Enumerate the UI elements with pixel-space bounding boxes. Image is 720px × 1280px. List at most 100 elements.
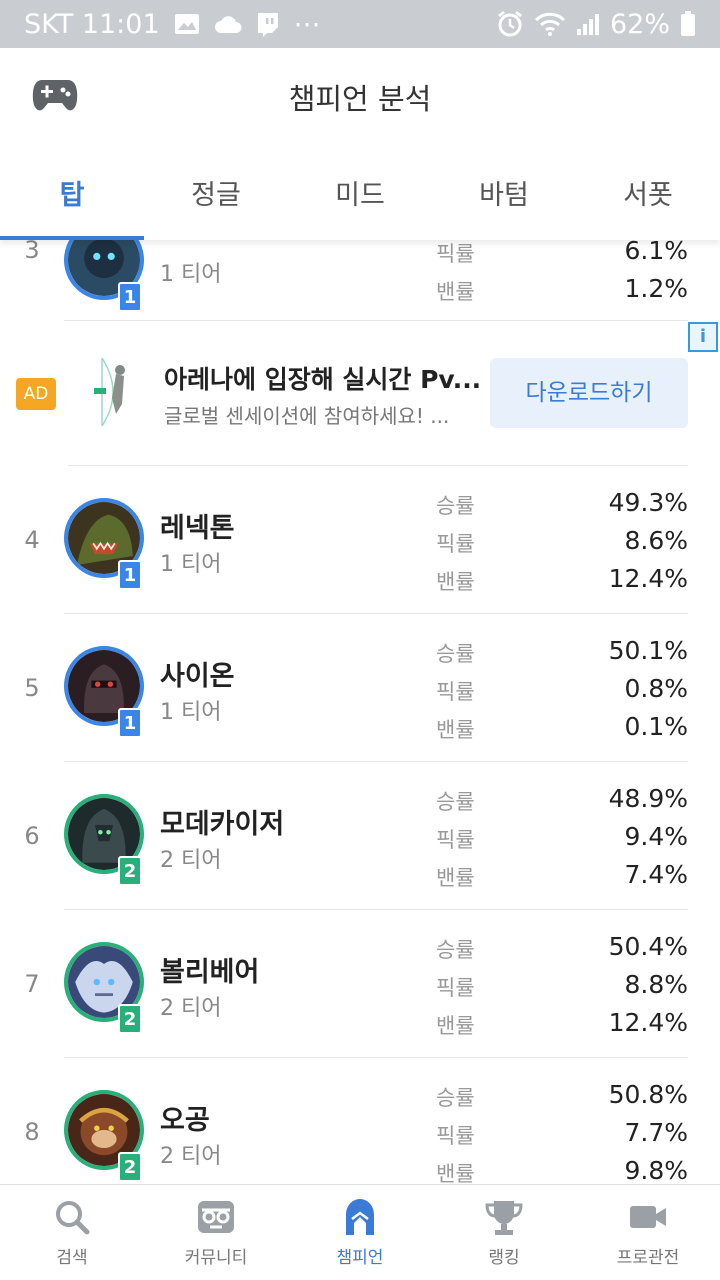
nav-pro-viewing[interactable]: 프로관전 xyxy=(576,1185,720,1280)
download-button[interactable]: 다운로드하기 xyxy=(490,358,688,428)
ban-rate-label: 밴률 xyxy=(436,718,475,742)
win-rate-label: 승률 xyxy=(436,938,475,962)
ban-rate-label: 밴률 xyxy=(436,1162,475,1184)
carrier-time: SKT 11:01 xyxy=(24,8,160,40)
twitch-icon xyxy=(257,13,278,37)
ad-description: 글로벌 센세이션에 참여하세요! ... xyxy=(164,404,450,428)
champion-name: 볼리베어 xyxy=(160,957,260,988)
app-header: 챔피언 분석 xyxy=(0,48,720,144)
rank-number: 4 xyxy=(24,526,40,554)
win-rate-value: 50.1% xyxy=(608,636,688,665)
nav-label: 커뮤니티 xyxy=(184,1248,248,1268)
nav-label: 챔피언 xyxy=(336,1248,384,1268)
ban-rate-value: 9.8% xyxy=(624,1156,688,1184)
champion-row[interactable]: 4 1 레넥톤 1 티어 승률 49.3% 픽률 8.6% 밴률 12.4% xyxy=(0,466,720,614)
tab-bottom[interactable]: 바텀 xyxy=(432,144,576,240)
tier-badge: 1 xyxy=(118,560,142,590)
champion-helmet-icon xyxy=(346,1199,374,1235)
ban-rate-value: 0.1% xyxy=(624,712,688,741)
nav-label: 검색 xyxy=(56,1248,88,1268)
win-rate-label: 승률 xyxy=(436,642,475,666)
pick-rate-label: 픽률 xyxy=(436,680,475,704)
win-rate-value: 50.4% xyxy=(608,932,688,961)
win-rate-label: 승률 xyxy=(436,494,475,518)
video-camera-icon xyxy=(630,1206,666,1228)
champion-row[interactable]: 6 2 모데카이저 2 티어 승률 48.9% 픽률 9.4% 밴률 7.4% xyxy=(0,762,720,910)
community-icon xyxy=(198,1201,234,1233)
rank-number: 3 xyxy=(24,240,40,264)
ad-title: 아레나에 입장해 실시간 Pv... xyxy=(164,365,482,394)
ad-banner[interactable]: i AD 아레나에 입장해 실시간 Pv... 글로벌 센세이션에 참여하세요!… xyxy=(0,320,720,466)
rank-number: 7 xyxy=(24,970,40,998)
pick-rate-label: 픽률 xyxy=(436,828,475,852)
champion-tier: 2 티어 xyxy=(160,996,222,1021)
champion-list: 3 1 1 티어 픽률 6.1% 밴률 1.2% i AD 아레나에 입장해 실… xyxy=(0,240,720,1184)
tier-badge: 2 xyxy=(118,1004,142,1034)
pick-rate-value: 8.6% xyxy=(624,526,688,555)
tier-badge: 2 xyxy=(118,856,142,886)
image-icon xyxy=(174,14,199,34)
ad-info-icon[interactable]: i xyxy=(688,322,718,352)
nav-champion[interactable]: 챔피언 xyxy=(288,1185,432,1280)
champion-row[interactable]: 8 2 오공 2 티어 승률 50.8% 픽률 7.7% 밴률 9.8% xyxy=(0,1058,720,1184)
ad-thumbnail xyxy=(80,354,144,430)
ban-rate-label: 밴률 xyxy=(436,1014,475,1038)
position-tabs: 탑 정글 미드 바텀 서폿 xyxy=(0,144,720,240)
page-title: 챔피언 분석 xyxy=(288,82,432,116)
search-icon xyxy=(56,1201,90,1235)
battery-percent: 62% xyxy=(609,8,670,40)
champion-name: 사이온 xyxy=(160,661,235,692)
nav-community[interactable]: 커뮤니티 xyxy=(144,1185,288,1280)
rank-number: 5 xyxy=(24,674,40,702)
ban-rate-label: 밴률 xyxy=(436,866,475,890)
ban-rate-value: 7.4% xyxy=(624,860,688,889)
nav-search[interactable]: 검색 xyxy=(0,1185,144,1280)
champion-name: 모데카이저 xyxy=(160,809,285,840)
ban-rate-value: 1.2% xyxy=(624,274,688,303)
champion-row-3[interactable]: 3 1 1 티어 픽률 6.1% 밴률 1.2% xyxy=(0,240,720,320)
champion-tier: 2 티어 xyxy=(160,848,222,873)
champion-tier: 1 티어 xyxy=(160,552,222,577)
tier-badge: 1 xyxy=(118,708,142,738)
win-rate-value: 48.9% xyxy=(608,784,688,813)
nav-label: 랭킹 xyxy=(488,1248,520,1268)
ban-rate-value: 12.4% xyxy=(608,1008,688,1037)
tier-badge: 1 xyxy=(118,282,142,312)
tab-mid[interactable]: 미드 xyxy=(288,144,432,240)
rank-number: 6 xyxy=(24,822,40,850)
pick-rate-value: 6.1% xyxy=(624,240,688,265)
pick-rate-label: 픽률 xyxy=(436,1124,475,1148)
pick-rate-value: 7.7% xyxy=(624,1118,688,1147)
tier-badge: 2 xyxy=(118,1152,142,1182)
win-rate-value: 49.3% xyxy=(608,488,688,517)
pick-rate-label: 픽률 xyxy=(436,242,475,266)
nav-ranking[interactable]: 랭킹 xyxy=(432,1185,576,1280)
win-rate-label: 승률 xyxy=(436,790,475,814)
status-bar: SKT 11:01 ⋯ 62% xyxy=(0,0,720,48)
nav-label: 프로관전 xyxy=(616,1248,680,1268)
champion-row[interactable]: 5 1 사이온 1 티어 승률 50.1% 픽률 0.8% 밴률 0.1% xyxy=(0,614,720,762)
ban-rate-label: 밴률 xyxy=(436,570,475,594)
tab-jungle[interactable]: 정글 xyxy=(144,144,288,240)
cloud-icon xyxy=(214,16,242,33)
win-rate-value: 50.8% xyxy=(608,1080,688,1109)
signal-icon xyxy=(576,14,599,35)
pick-rate-value: 9.4% xyxy=(624,822,688,851)
tab-top[interactable]: 탑 xyxy=(0,144,144,240)
trophy-icon xyxy=(485,1201,523,1235)
champion-name: 레넥톤 xyxy=(160,513,235,544)
tab-support[interactable]: 서폿 xyxy=(576,144,720,240)
alarm-icon xyxy=(498,10,522,37)
ban-rate-label: 밴률 xyxy=(436,280,475,304)
champion-row[interactable]: 7 2 볼리베어 2 티어 승률 50.4% 픽률 8.8% 밴률 12.4% xyxy=(0,910,720,1058)
rank-number: 8 xyxy=(24,1118,40,1146)
bottom-nav: 검색 커뮤니티 챔피언 랭킹 프로관전 xyxy=(0,1184,720,1280)
pick-rate-label: 픽률 xyxy=(436,532,475,556)
champion-tier: 1 티어 xyxy=(160,700,222,725)
ad-badge: AD xyxy=(16,378,56,410)
champion-tier: 1 티어 xyxy=(160,262,222,287)
champion-name: 오공 xyxy=(160,1105,210,1136)
wifi-icon xyxy=(534,12,566,36)
pick-rate-label: 픽률 xyxy=(436,976,475,1000)
battery-icon xyxy=(681,11,695,36)
